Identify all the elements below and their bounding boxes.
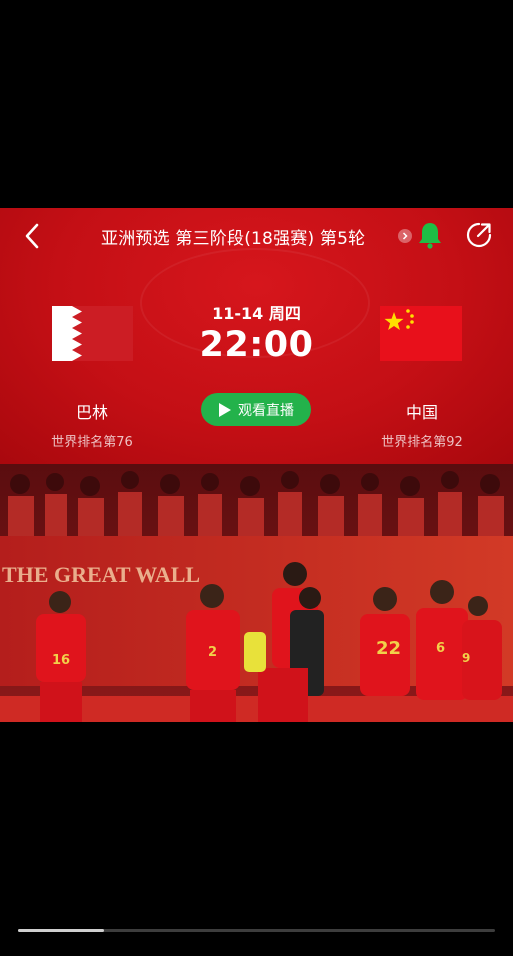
chevron-right-icon (402, 232, 408, 240)
play-icon (219, 402, 231, 417)
jersey-number: 22 (376, 638, 401, 659)
back-button[interactable] (18, 222, 46, 250)
page-title: 亚洲预选 第三阶段(18强赛) 第5轮 (101, 229, 366, 249)
video-progress-fill (18, 929, 104, 932)
china-flag (380, 306, 462, 361)
home-team-rank: 世界排名第76 (51, 435, 133, 450)
jersey-number: 6 (436, 641, 445, 656)
bell-button[interactable] (416, 220, 444, 250)
watch-live-button[interactable]: 观看直播 (201, 393, 311, 426)
celebration-photo: THE GREAT WALL 16 2 22 6 9 (0, 464, 513, 722)
home-team-name[interactable]: 巴林 (22, 399, 162, 423)
video-progress-track[interactable] (18, 929, 495, 932)
share-icon (466, 222, 492, 248)
jersey-number: 9 (462, 651, 470, 665)
share-button[interactable] (464, 220, 494, 250)
header-bar: 亚洲预选 第三阶段(18强赛) 第5轮 (0, 208, 513, 264)
banner-text: THE GREAT WALL (2, 562, 200, 587)
away-team-name[interactable]: 中国 (352, 399, 492, 423)
away-team-rank: 世界排名第92 (381, 435, 463, 450)
watch-live-label: 观看直播 (238, 402, 294, 419)
chevron-left-icon (25, 223, 39, 249)
match-card: 亚洲预选 第三阶段(18强赛) 第5轮 11-14 周四 22:00 巴林 世界… (0, 208, 513, 464)
title-more-button[interactable] (398, 229, 412, 243)
jersey-number: 16 (52, 653, 70, 668)
jersey-number: 2 (208, 645, 217, 660)
bell-icon (419, 223, 441, 249)
